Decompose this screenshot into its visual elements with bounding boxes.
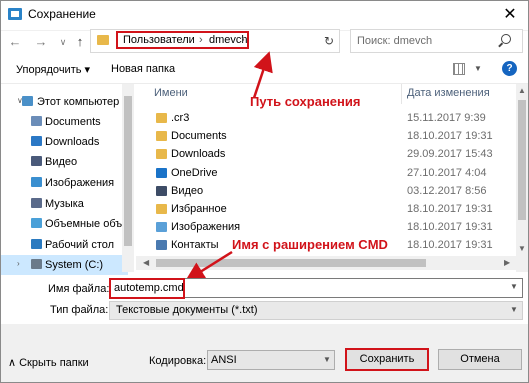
filename-annotation-arrow	[184, 250, 233, 282]
filetype-value: Текстовые документы (*.txt)	[116, 304, 258, 316]
encoding-label: Кодировка:	[149, 355, 207, 367]
filetype-label: Тип файла:	[50, 304, 109, 316]
encoding-value: ANSI	[211, 354, 237, 366]
chevron-down-icon[interactable]: ▼	[323, 355, 331, 364]
save-button[interactable]: Сохранить	[345, 348, 429, 371]
path-annotation-label: Путь сохранения	[250, 94, 361, 109]
filename-value[interactable]: autotemp.cmd	[114, 282, 184, 294]
path-annotation-arrow	[252, 51, 273, 99]
filename-annotation-label: Имя с раширением CMD	[232, 237, 388, 252]
chevron-down-icon[interactable]: ▼	[510, 305, 518, 314]
cancel-button[interactable]: Отмена	[438, 349, 522, 370]
chevron-down-icon[interactable]: ▼	[510, 282, 518, 291]
filename-label: Имя файла:	[48, 283, 110, 295]
hide-folders-button[interactable]: ∧ Скрыть папки	[8, 356, 89, 369]
